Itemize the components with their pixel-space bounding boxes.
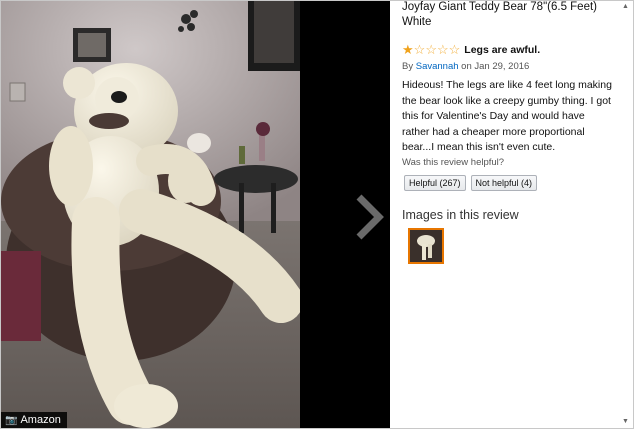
triangle-up-icon[interactable]: ▲ — [618, 1, 633, 13]
triangle-down-icon[interactable]: ▼ — [618, 416, 633, 428]
chevron-right-icon — [356, 194, 384, 240]
review-date: on Jan 29, 2016 — [461, 61, 530, 72]
review-body: Hideous! The legs are like 4 feet long m… — [402, 79, 612, 154]
star-empty-icon: ☆ — [436, 42, 449, 57]
review-byline: By Savannah on Jan 29, 2016 — [402, 61, 529, 72]
image-viewer: 📷 Amazon — [1, 1, 390, 428]
star-rating: ★ ☆ ☆ ☆ ☆ — [402, 43, 460, 56]
next-image-button[interactable] — [353, 193, 385, 241]
author-link[interactable]: Savannah — [416, 61, 459, 72]
byline-prefix: By — [402, 61, 414, 72]
star-empty-icon: ☆ — [413, 42, 426, 57]
scrollbar[interactable]: ▲ ▼ — [618, 1, 633, 428]
review-photo — [1, 1, 300, 428]
vote-buttons: Helpful (267) Not helpful (4) — [404, 175, 538, 191]
watermark-label: Amazon — [20, 414, 61, 426]
star-empty-icon: ☆ — [448, 42, 461, 57]
star-empty-icon: ☆ — [425, 42, 437, 57]
product-title[interactable]: Joyfay Giant Teddy Bear 78"(6.5 Feet) Wh… — [402, 0, 614, 30]
review-title[interactable]: Legs are awful. — [464, 44, 540, 56]
review-image-thumbnail[interactable] — [408, 228, 444, 264]
thumbnail-image — [410, 230, 442, 262]
rating-row: ★ ☆ ☆ ☆ ☆ Legs are awful. — [402, 43, 540, 56]
review-panel: Joyfay Giant Teddy Bear 78"(6.5 Feet) Wh… — [402, 0, 616, 429]
helpful-question: Was this review helpful? — [402, 157, 505, 168]
star-filled-icon: ★ — [402, 42, 414, 57]
source-watermark: 📷 Amazon — [1, 412, 67, 428]
camera-icon: 📷 — [5, 414, 18, 426]
images-heading: Images in this review — [402, 208, 519, 222]
not-helpful-button[interactable]: Not helpful (4) — [470, 175, 538, 191]
helpful-button[interactable]: Helpful (267) — [404, 175, 466, 191]
